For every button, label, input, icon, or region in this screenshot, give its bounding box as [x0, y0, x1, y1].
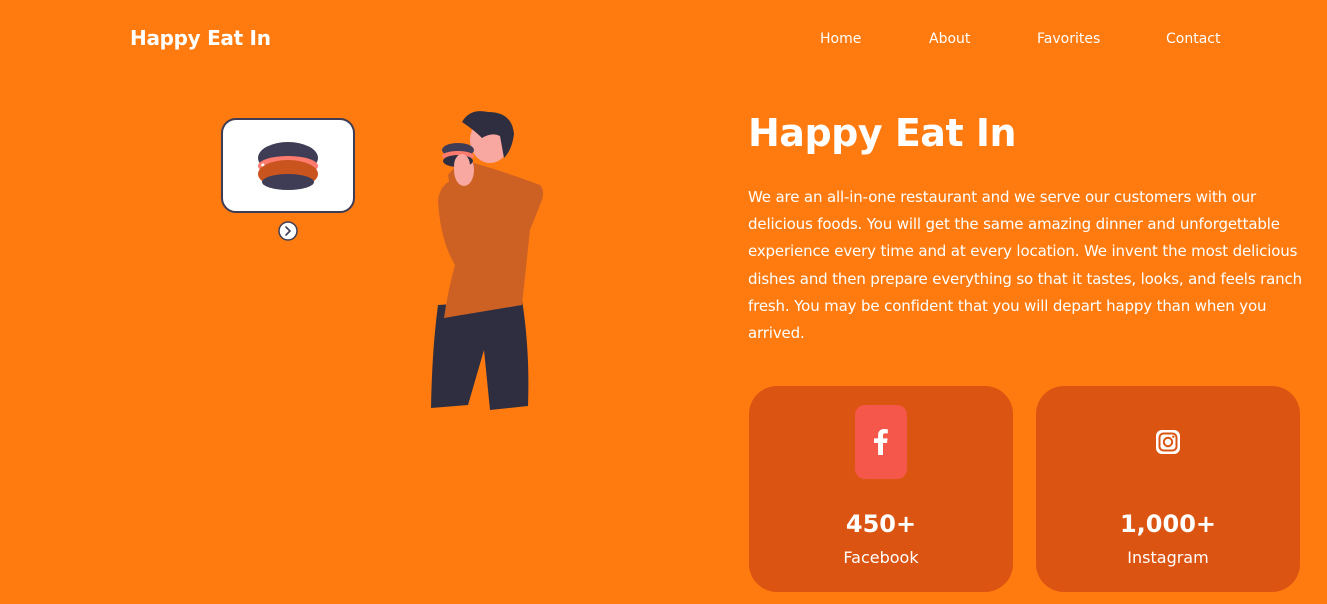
next-arrow-icon[interactable] — [278, 221, 298, 241]
hero-description: We are an all-in-one restaurant and we s… — [748, 188, 1302, 343]
instagram-label: Instagram — [1127, 548, 1209, 567]
burger-icon — [258, 142, 318, 190]
hero-title: Happy Eat In — [748, 111, 1017, 155]
facebook-count: 450+ — [845, 510, 917, 538]
instagram-stat-card[interactable]: 1,000+ Instagram — [1036, 386, 1300, 592]
speech-bubble — [221, 118, 355, 213]
nav-home-link[interactable]: Home — [820, 31, 861, 47]
hero-illustration — [200, 100, 580, 420]
facebook-badge[interactable] — [855, 405, 907, 479]
navbar: Happy Eat In Home About Favorites Contac… — [0, 0, 1327, 78]
facebook-stat-card[interactable]: 450+ Facebook — [749, 386, 1013, 592]
person-eating-burger-illustration — [221, 111, 544, 410]
instagram-badge[interactable] — [1152, 426, 1184, 458]
nav-links: Home About Favorites Contact — [0, 31, 1327, 51]
instagram-count: 1,000+ — [1119, 510, 1217, 538]
person-figure — [431, 111, 544, 410]
nav-favorites-link[interactable]: Favorites — [1037, 31, 1100, 47]
facebook-icon — [874, 429, 888, 455]
instagram-icon — [1156, 430, 1180, 454]
facebook-label: Facebook — [843, 548, 919, 567]
nav-contact-link[interactable]: Contact — [1166, 31, 1220, 47]
nav-about-link[interactable]: About — [929, 31, 970, 47]
